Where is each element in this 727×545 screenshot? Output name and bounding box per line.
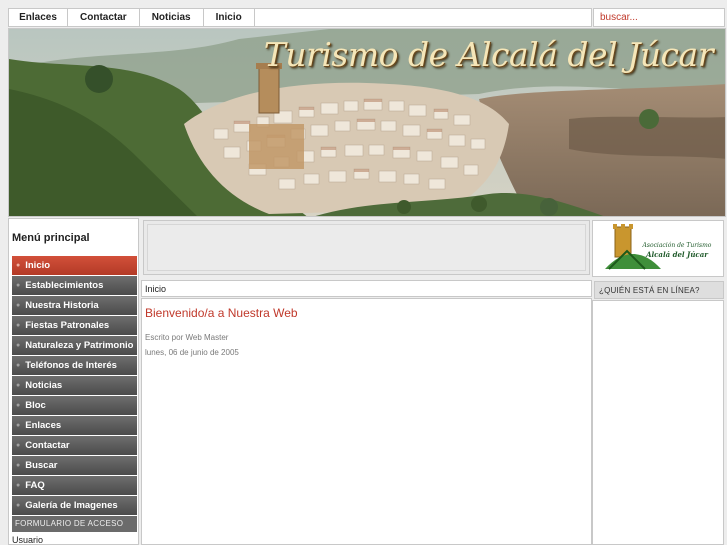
- bullet-icon: ●: [16, 342, 21, 349]
- search-input[interactable]: [593, 8, 725, 27]
- menu-item-label: Establecimientos: [25, 280, 104, 291]
- association-logo: Asociación de Turismo Alcalá del Júcar: [605, 224, 712, 270]
- menu-item-contactar[interactable]: ● Contactar: [12, 436, 137, 455]
- bullet-icon: ●: [16, 482, 21, 489]
- menu-item-label: Teléfonos de Interés: [25, 360, 117, 371]
- association-logo-box[interactable]: Asociación de Turismo Alcalá del Júcar: [592, 220, 724, 277]
- menu-item-faq[interactable]: ● FAQ: [12, 476, 137, 495]
- menu-item-label: Fiestas Patronales: [25, 320, 110, 331]
- menu-item-label: Enlaces: [25, 420, 62, 431]
- bullet-icon: ●: [16, 362, 21, 369]
- bullet-icon: ●: [16, 382, 21, 389]
- menu-item-fiestas-patronales[interactable]: ● Fiestas Patronales: [12, 316, 137, 335]
- login-form-title: FORMULARIO DE ACCESO: [12, 516, 137, 532]
- menu-item-noticias[interactable]: ● Noticias: [12, 376, 137, 395]
- bullet-icon: ●: [16, 402, 21, 409]
- menu-item-nuestra-historia[interactable]: ● Nuestra Historia: [12, 296, 137, 315]
- nav-noticias[interactable]: Noticias: [140, 9, 204, 26]
- menu-item-label: Galería de Imagenes: [25, 500, 118, 511]
- menu-item-inicio[interactable]: ● Inicio: [12, 256, 137, 275]
- nav-enlaces[interactable]: Enlaces: [9, 9, 68, 26]
- bullet-icon: ●: [16, 322, 21, 329]
- ad-placeholder: [147, 224, 586, 271]
- menu-item-naturaleza-patrimonio[interactable]: ● Naturaleza y Patrimonio: [12, 336, 137, 355]
- username-label: Usuario: [12, 535, 44, 545]
- logo-text-line-2: Alcalá del Júcar: [645, 250, 709, 259]
- menu-item-label: Naturaleza y Patrimonio: [25, 340, 134, 351]
- who-online-title: ¿QUIÉN ESTÁ EN LÍNEA?: [594, 281, 724, 299]
- menu-item-label: Buscar: [25, 460, 58, 471]
- menu-item-bloc[interactable]: ● Bloc: [12, 396, 137, 415]
- menu-item-enlaces[interactable]: ● Enlaces: [12, 416, 137, 435]
- menu-item-label: FAQ: [25, 480, 45, 491]
- article-author: Escrito por Web Master: [145, 333, 229, 342]
- bullet-icon: ●: [16, 422, 21, 429]
- menu-item-label: Contactar: [25, 440, 70, 451]
- top-navigation: Enlaces Contactar Noticias Inicio: [8, 8, 592, 27]
- bullet-icon: ●: [16, 262, 21, 269]
- menu-item-label: Inicio: [25, 260, 51, 271]
- menu-item-telefonos[interactable]: ● Teléfonos de Interés: [12, 356, 137, 375]
- nav-contactar[interactable]: Contactar: [68, 9, 140, 26]
- bullet-icon: ●: [16, 302, 21, 309]
- main-content: Bienvenido/a a Nuestra Web Escrito por W…: [141, 298, 592, 545]
- menu-item-label: Nuestra Historia: [25, 300, 99, 311]
- bullet-icon: ●: [16, 462, 21, 469]
- banner-title: Turismo de Alcalá del Júcar: [263, 35, 714, 74]
- bullet-icon: ●: [16, 442, 21, 449]
- right-sidebar: [592, 300, 724, 545]
- menu-item-galeria[interactable]: ● Galería de Imagenes: [12, 496, 137, 515]
- banner-ad-area: [143, 220, 590, 275]
- menu-item-label: Bloc: [25, 400, 46, 411]
- bullet-icon: ●: [16, 282, 21, 289]
- menu-item-buscar[interactable]: ● Buscar: [12, 456, 137, 475]
- article-date: lunes, 06 de junio de 2005: [145, 348, 239, 357]
- header-banner: Turismo de Alcalá del Júcar: [8, 28, 726, 217]
- main-menu-title: Menú principal: [12, 232, 90, 244]
- article-title[interactable]: Bienvenido/a a Nuestra Web: [145, 306, 588, 320]
- breadcrumb[interactable]: Inicio: [141, 280, 592, 297]
- logo-text-line-1: Asociación de Turismo: [642, 242, 712, 249]
- nav-inicio[interactable]: Inicio: [204, 9, 255, 26]
- menu-item-label: Noticias: [25, 380, 63, 391]
- left-sidebar: Menú principal ● Inicio ● Establecimientos…: [8, 218, 139, 545]
- menu-item-establecimientos[interactable]: ● Establecimientos: [12, 276, 137, 295]
- bullet-icon: ●: [16, 502, 21, 509]
- main-menu: ● Inicio ● Establecimientos ● Nuestra Histo…: [9, 256, 138, 515]
